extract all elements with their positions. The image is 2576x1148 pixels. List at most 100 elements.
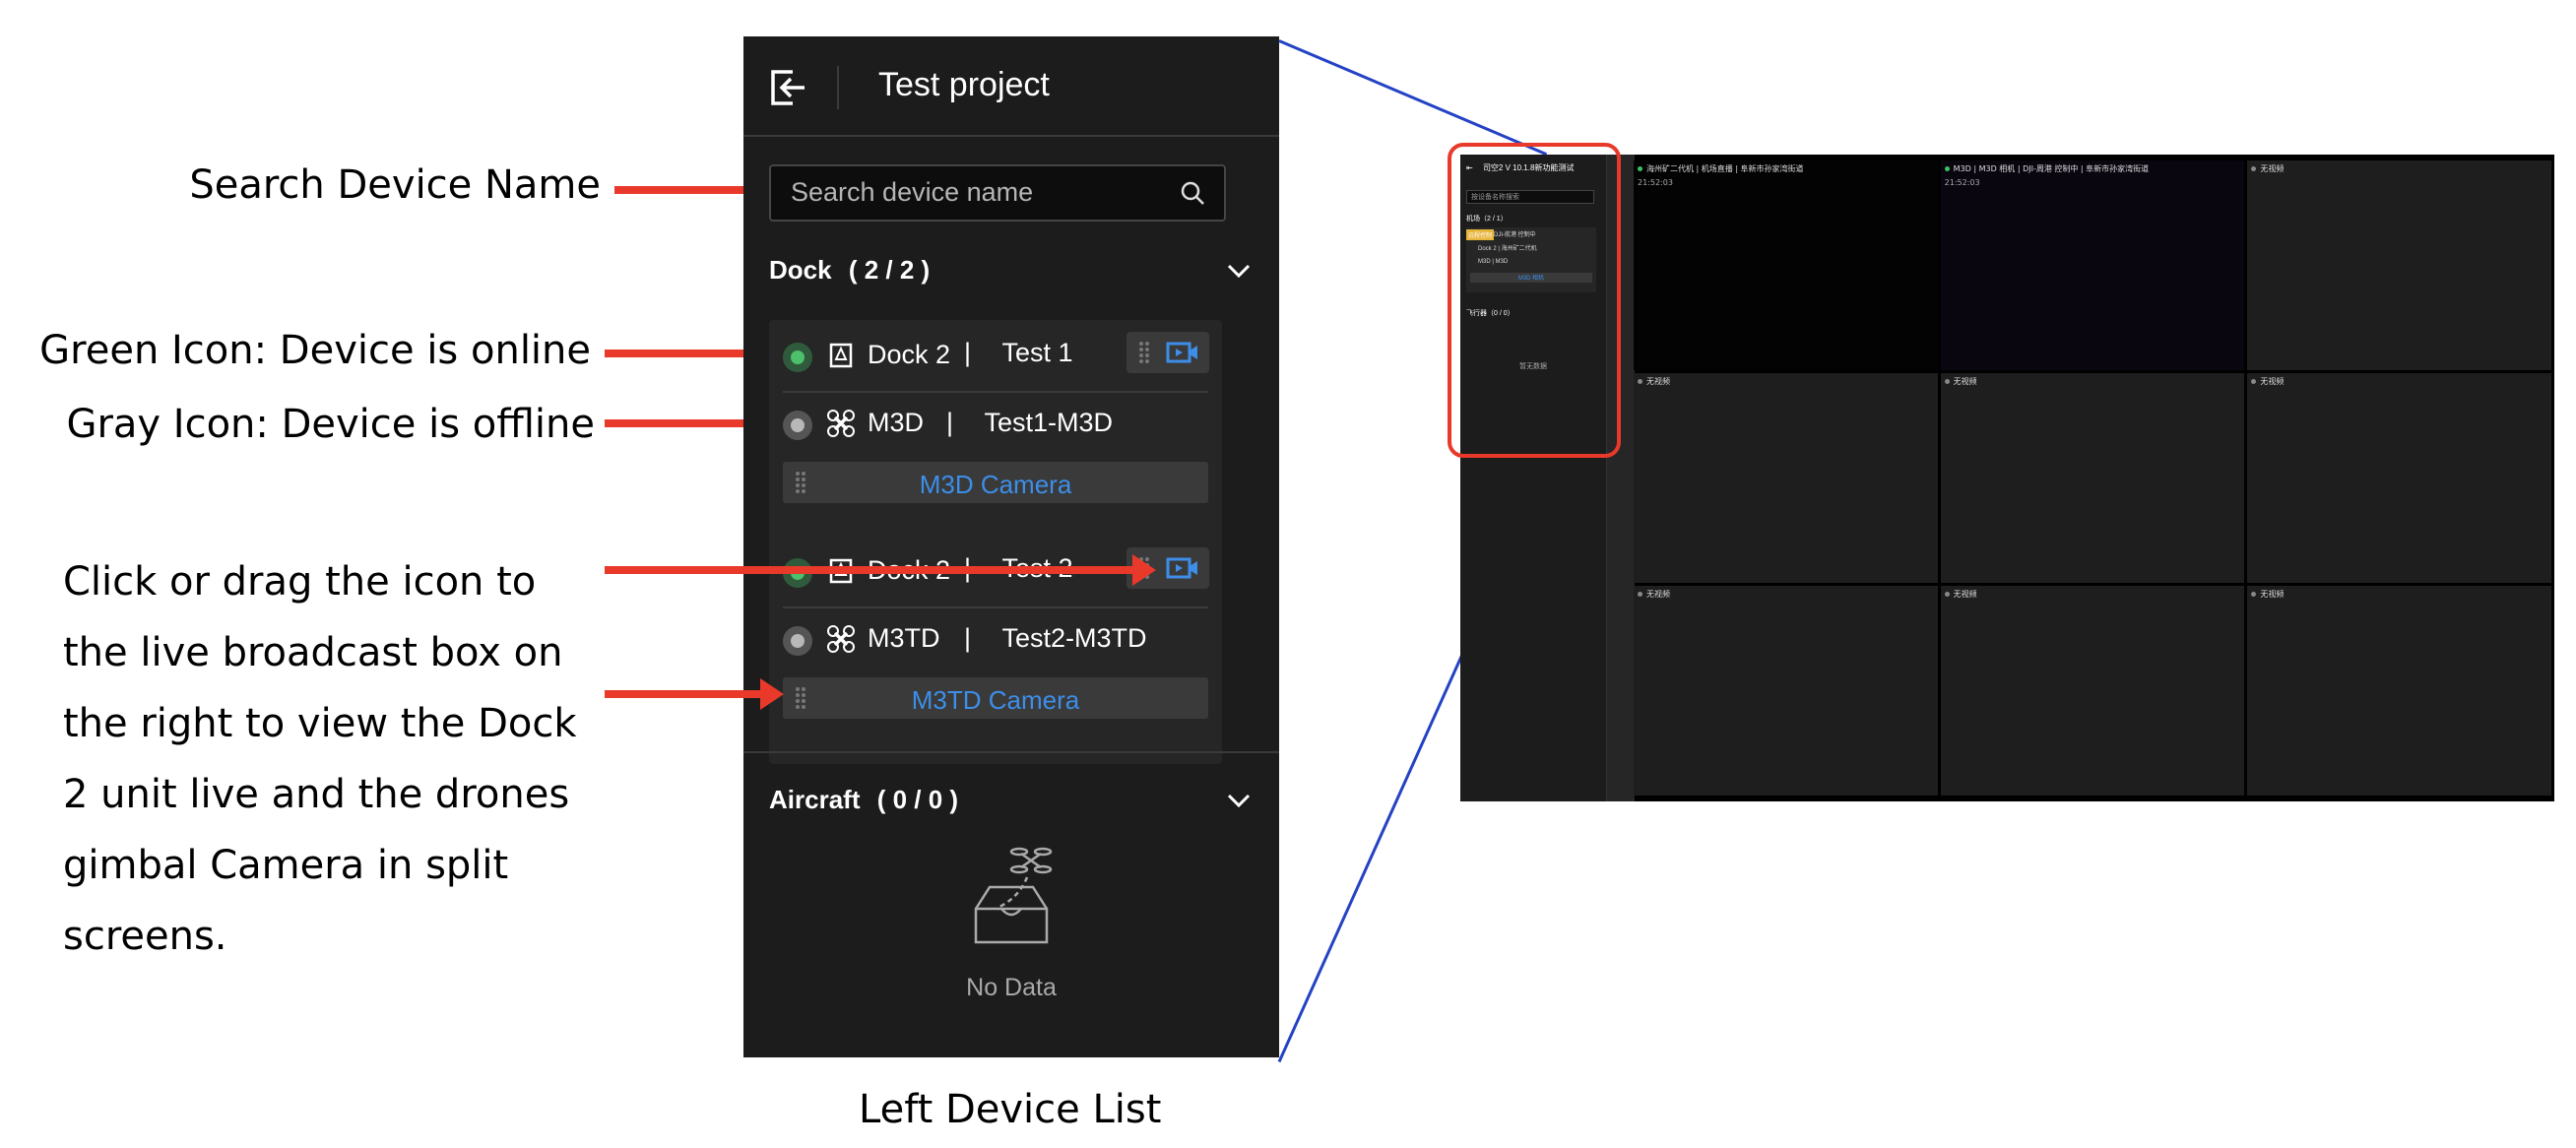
video-cell[interactable]: 无视频 <box>2247 586 2551 796</box>
camera-label: M3D Camera <box>919 470 1072 499</box>
header-divider <box>837 66 839 109</box>
chevron-down-icon[interactable] <box>1226 258 1252 284</box>
device-list-panel: Test project Dock ( 2 / 2 ) Dock 2 | Tes… <box>743 36 1279 1057</box>
video-camera-icon[interactable] <box>1166 556 1199 580</box>
annotation-online: Green Icon: Device is online <box>39 328 591 373</box>
drone-row[interactable]: M3D | Test1-M3D <box>769 393 1222 458</box>
device-name: | Test2-M3TD <box>964 623 1147 653</box>
instruction-line: 2 unit live and the drones <box>63 772 570 817</box>
instruction-line: Click or drag the icon to <box>63 559 537 605</box>
device-name: | Test1-M3D <box>946 408 1114 437</box>
video-cell[interactable]: 海州矿二代机 | 机场直播 | 阜新市孙家湾街道 21:52:03 <box>1634 160 1938 370</box>
video-timestamp: 21:52:03 <box>1944 178 1980 187</box>
device-model: M3TD <box>868 623 940 653</box>
video-grid: 海州矿二代机 | 机场直播 | 阜新市孙家湾街道 21:52:03 M3D | M3… <box>1634 160 2551 796</box>
cell-label-text: 无视频 <box>2260 164 2285 173</box>
cell-label-text: 无视频 <box>2260 377 2285 386</box>
annotation-search: Search Device Name <box>189 162 601 208</box>
instruction-line: screens. <box>63 914 227 959</box>
video-cell-label: 无视频 <box>2251 589 2284 600</box>
video-timestamp: 21:52:03 <box>1638 178 1673 187</box>
live-view-screenshot: ⇤ 司空2 V 10.1.8新功能测试 按设备名称搜索 机场（2 / 1） 远程… <box>1460 155 2554 801</box>
dock-icon <box>829 343 853 368</box>
video-cell-label: 无视频 <box>1944 589 1977 600</box>
dock-section-label: Dock <box>769 255 832 285</box>
device-model: Dock 2 <box>868 340 951 369</box>
aircraft-section-count: ( 0 / 0 ) <box>876 785 959 814</box>
empty-label: No Data <box>966 974 1057 1001</box>
cell-label-text: 无视频 <box>1953 590 1977 599</box>
offline-status-icon <box>1944 592 1950 597</box>
arrow-live-view <box>605 554 1156 586</box>
instruction-line: the live broadcast box on <box>63 630 563 675</box>
highlight-box <box>1448 143 1621 458</box>
aircraft-section-label: Aircraft <box>769 785 861 814</box>
drag-handle-icon[interactable] <box>1138 341 1150 364</box>
drone-icon <box>827 410 855 437</box>
arrow-offline <box>605 408 784 439</box>
video-cell[interactable]: 无视频 <box>1940 586 2245 796</box>
drone-row[interactable]: M3TD | Test2-M3TD <box>769 608 1222 673</box>
camera-label: M3TD Camera <box>911 685 1080 715</box>
arrow-online <box>605 338 784 369</box>
panel-caption: Left Device List <box>859 1087 1162 1132</box>
empty-box-drone-icon <box>974 847 1053 944</box>
dock-section-header[interactable]: Dock ( 2 / 2 ) <box>769 255 930 286</box>
device-model: M3D <box>868 408 925 437</box>
video-cell-label: 无视频 <box>2251 163 2284 174</box>
video-cell-label: 无视频 <box>1638 376 1670 387</box>
video-cell[interactable]: 无视频 <box>2247 373 2551 583</box>
offline-status-icon <box>2251 379 2257 384</box>
camera-button[interactable]: M3TD Camera <box>783 677 1208 719</box>
offline-status-icon <box>783 411 812 440</box>
video-cell[interactable]: 无视频 <box>2247 160 2551 370</box>
cell-label-text: 无视频 <box>2260 590 2285 599</box>
arrow-camera <box>605 678 784 710</box>
dock-section-count: ( 2 / 2 ) <box>848 255 931 285</box>
camera-button[interactable]: M3D Camera <box>783 462 1208 503</box>
video-camera-icon[interactable] <box>1166 341 1199 364</box>
annotation-offline: Gray Icon: Device is offline <box>66 402 595 447</box>
offline-status-icon <box>1638 592 1642 597</box>
drone-icon <box>827 625 855 653</box>
cell-label-text: M3D | M3D 相机 | DJI-周港 控制中 | 阜新市孙家湾街道 <box>1953 164 2150 173</box>
exit-icon[interactable] <box>769 68 808 107</box>
chevron-down-icon[interactable] <box>1226 788 1252 813</box>
arrow-search <box>614 174 784 206</box>
device-name: | Test 1 <box>964 338 1073 367</box>
dock-row[interactable]: Dock 2 | Test 1 <box>769 320 1222 385</box>
search-input[interactable] <box>789 176 1167 209</box>
online-status-icon <box>1944 166 1950 171</box>
annotation-instructions: Click or drag the icon to the live broad… <box>63 546 634 972</box>
connector-line-top <box>1278 39 1548 157</box>
cell-label-text: 无视频 <box>1953 377 1977 386</box>
online-status-icon <box>1638 166 1642 171</box>
panel-header: Test project <box>743 36 1279 137</box>
offline-status-icon <box>1944 379 1950 384</box>
instruction-line: gimbal Camera in split <box>63 843 509 888</box>
search-box[interactable] <box>769 164 1226 222</box>
live-view-button[interactable] <box>1127 332 1209 373</box>
dock-group: Dock 2 | Test 1 M3D | Test1-M3D M3D Came… <box>769 320 1222 548</box>
video-cell-label: M3D | M3D 相机 | DJI-周港 控制中 | 阜新市孙家湾街道 <box>1944 163 2150 174</box>
video-cell[interactable]: 无视频 <box>1940 373 2245 583</box>
video-cell[interactable]: 无视频 <box>1634 586 1938 796</box>
offline-status-icon <box>1638 379 1642 384</box>
search-icon[interactable] <box>1179 179 1206 207</box>
offline-status-icon <box>2251 592 2257 597</box>
offline-status-icon <box>783 626 812 656</box>
video-cell[interactable]: 无视频 <box>1634 373 1938 583</box>
empty-state: No Data <box>743 844 1279 1002</box>
cell-label-text: 无视频 <box>1646 590 1670 599</box>
video-cell[interactable]: M3D | M3D 相机 | DJI-周港 控制中 | 阜新市孙家湾街道 21:5… <box>1940 160 2245 370</box>
online-status-icon <box>783 343 812 372</box>
video-cell-label: 无视频 <box>1944 376 1977 387</box>
offline-status-icon <box>2251 166 2257 171</box>
video-cell-label: 无视频 <box>1638 589 1670 600</box>
section-divider <box>743 751 1279 753</box>
video-cell-label: 无视频 <box>2251 376 2284 387</box>
video-cell-label: 海州矿二代机 | 机场直播 | 阜新市孙家湾街道 <box>1638 163 1804 174</box>
project-title: Test project <box>878 66 1050 103</box>
aircraft-section-header[interactable]: Aircraft ( 0 / 0 ) <box>769 785 958 815</box>
cell-label-text: 无视频 <box>1646 377 1670 386</box>
